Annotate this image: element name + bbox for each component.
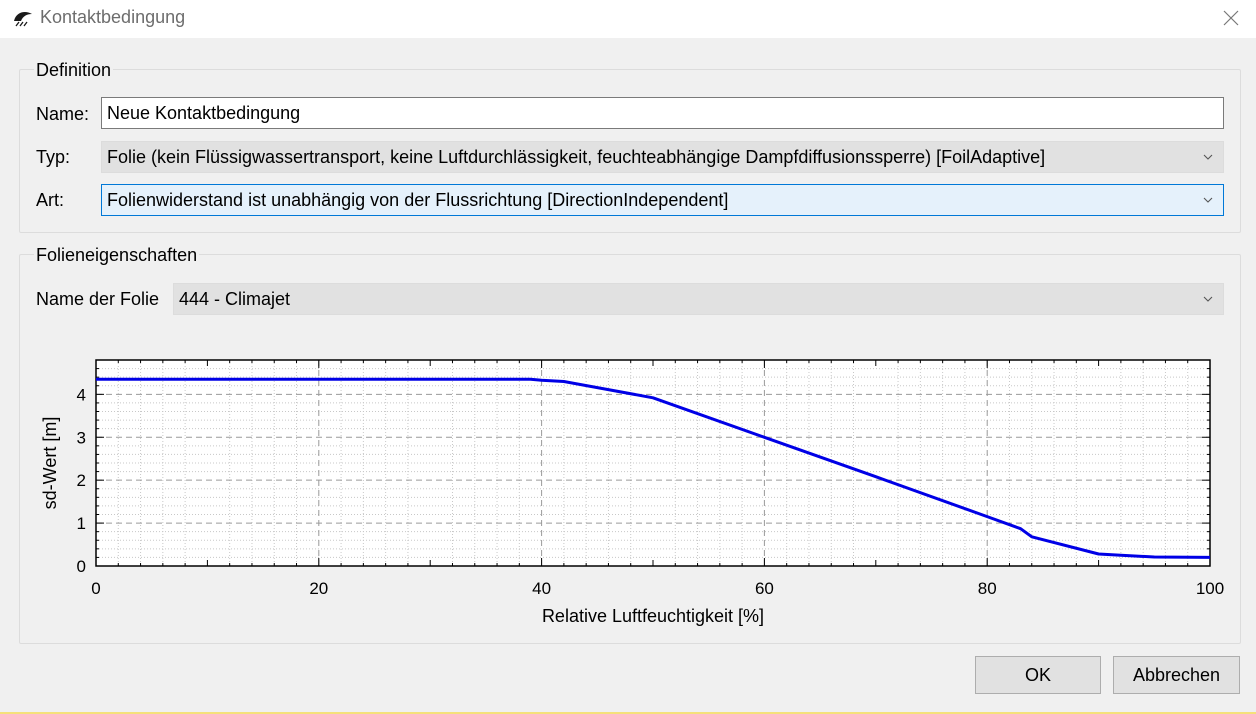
- name-label: Name:: [36, 104, 90, 124]
- close-icon: [1223, 10, 1239, 26]
- art-dropdown-value: Folienwiderstand ist unabhängig von der …: [107, 190, 729, 210]
- y-tick-label: 3: [77, 428, 86, 447]
- typ-label: Typ:: [36, 147, 71, 167]
- window-title: Kontaktbedingung: [40, 7, 186, 27]
- foil-properties-group-title: Folieneigenschaften: [34, 245, 200, 266]
- cancel-button[interactable]: Abbrechen: [1113, 656, 1240, 694]
- x-tick-label: 0: [91, 579, 100, 598]
- art-dropdown[interactable]: Folienwiderstand ist unabhängig von der …: [101, 184, 1224, 216]
- y-tick-label: 1: [77, 514, 86, 533]
- chevron-down-icon: [1201, 185, 1215, 215]
- art-label: Art:: [36, 190, 65, 210]
- y-tick-label: 2: [77, 471, 86, 490]
- foil-name-dropdown-value: 444 - Climajet: [179, 289, 291, 309]
- sd-value-chart: 0 20 40 60 80 100 0 1 2 3 4 Relative Luftfeuchtigke…: [40, 359, 1224, 626]
- chevron-down-icon: [1201, 142, 1215, 172]
- typ-dropdown-value: Folie (kein Flüssigwassertransport, kein…: [107, 147, 1046, 167]
- typ-dropdown[interactable]: Folie (kein Flüssigwassertransport, kein…: [101, 141, 1224, 173]
- close-button[interactable]: [1216, 4, 1246, 32]
- y-tick-label: 4: [77, 385, 86, 404]
- x-tick-label: 100: [1196, 579, 1224, 598]
- title-bar: Kontaktbedingung: [0, 0, 1256, 38]
- x-tick-label: 60: [755, 579, 774, 598]
- app-logo-icon: [14, 12, 32, 27]
- definition-group-title: Definition: [34, 60, 114, 81]
- ok-button[interactable]: OK: [975, 656, 1101, 694]
- foil-name-label: Name der Folie: [36, 289, 160, 309]
- x-tick-label: 40: [532, 579, 551, 598]
- plot-area: [96, 360, 1210, 566]
- chevron-down-icon: [1201, 284, 1215, 314]
- y-tick-label: 0: [77, 557, 86, 576]
- x-tick-label: 80: [978, 579, 997, 598]
- x-axis-label: Relative Luftfeuchtigkeit [%]: [542, 606, 764, 626]
- x-tick-label: 20: [309, 579, 328, 598]
- name-field[interactable]: Neue Kontaktbedingung: [101, 97, 1224, 129]
- foil-name-dropdown[interactable]: 444 - Climajet: [173, 283, 1224, 315]
- y-axis-label: sd-Wert [m]: [40, 417, 60, 510]
